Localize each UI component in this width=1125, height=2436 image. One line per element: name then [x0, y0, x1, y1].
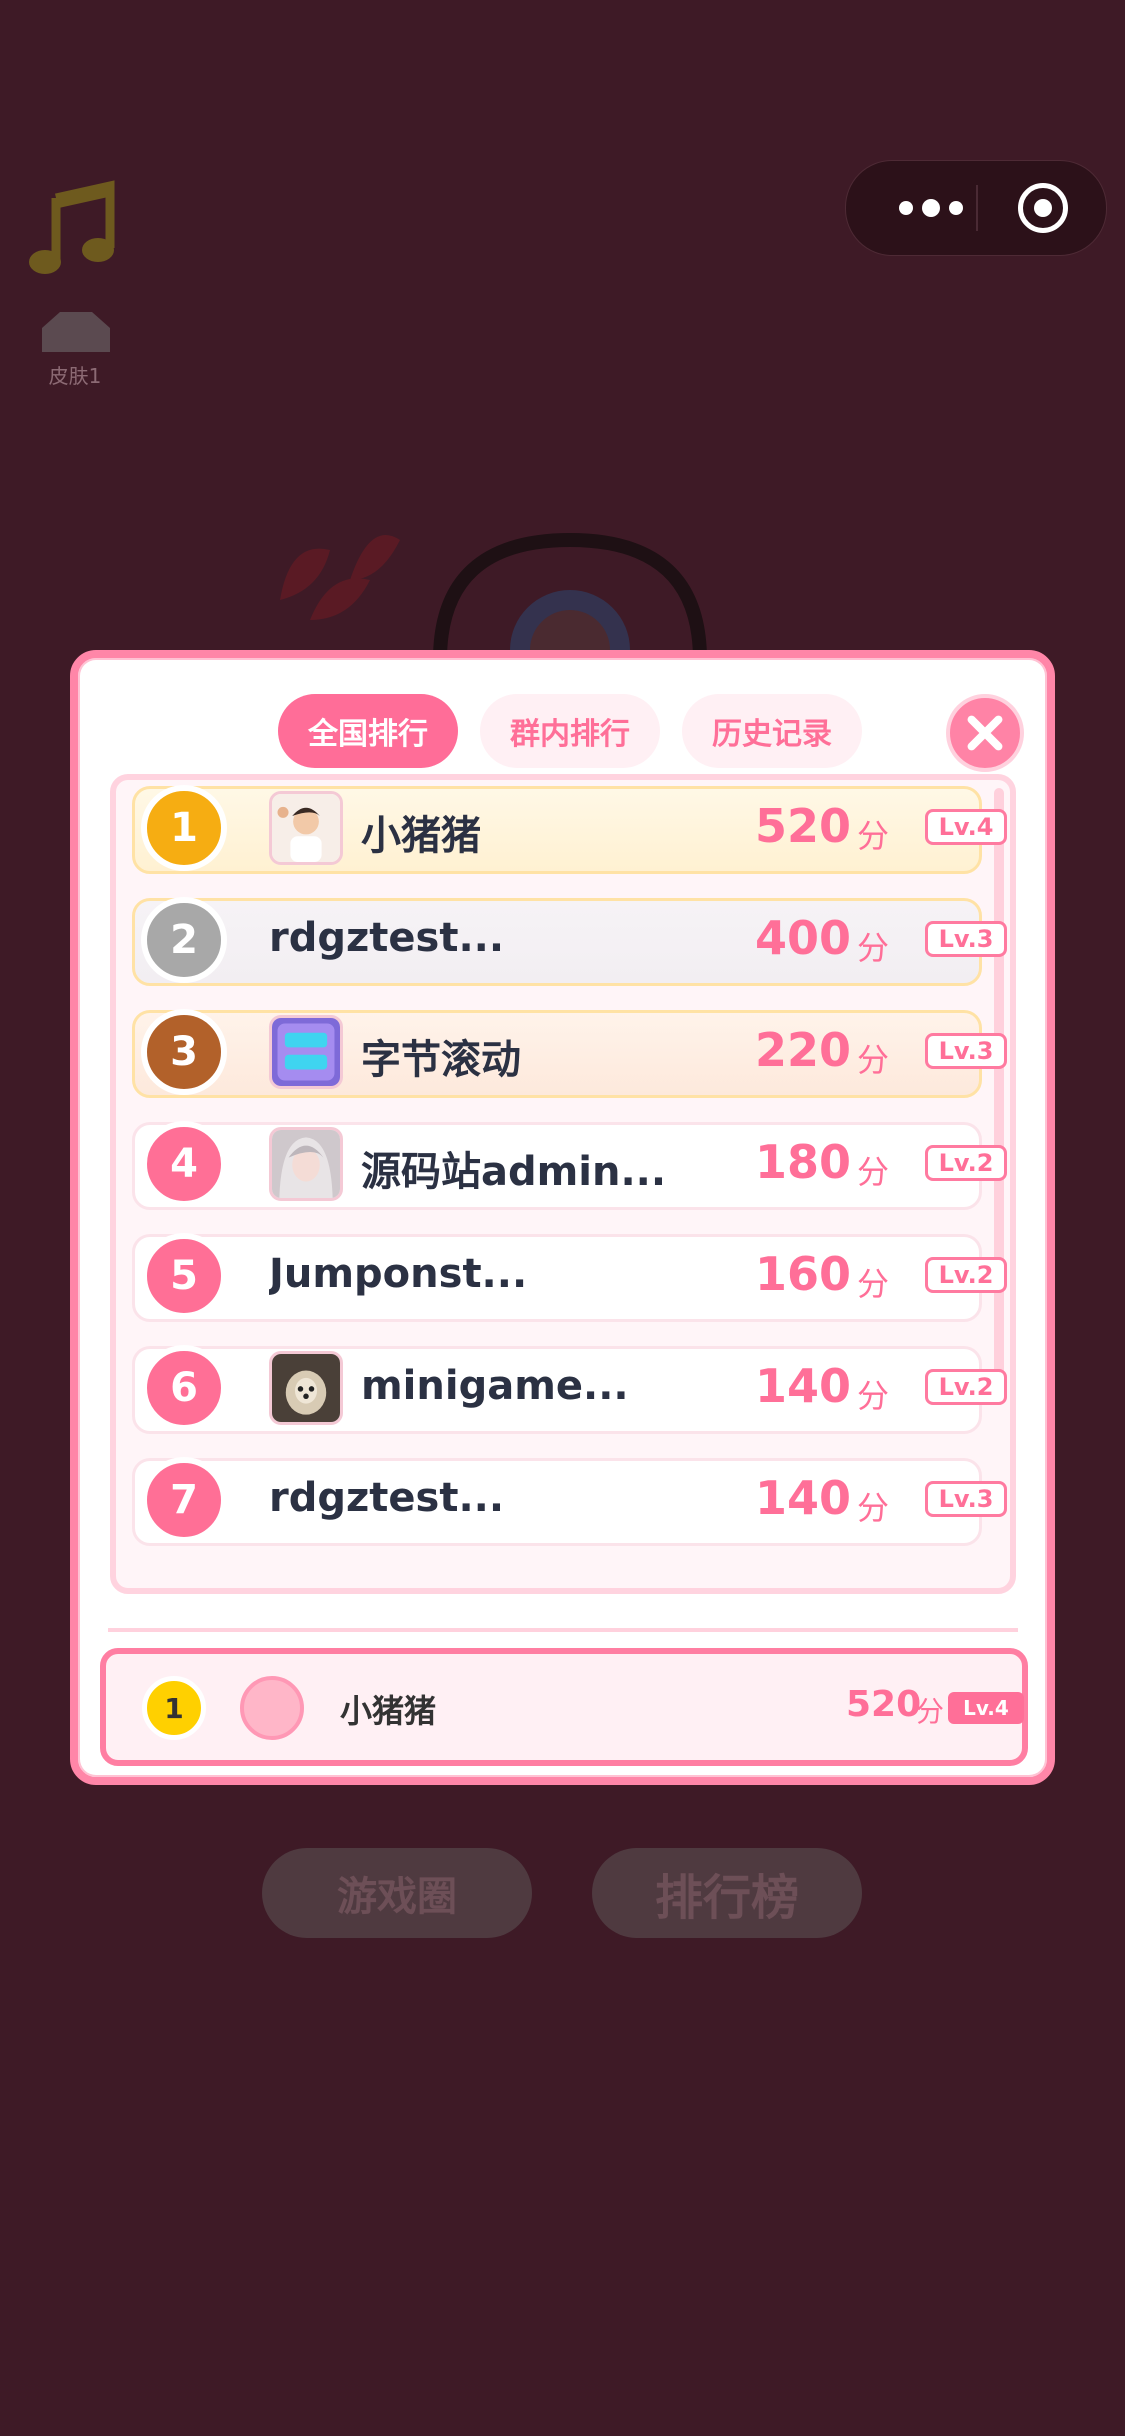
- tab-history[interactable]: 历史记录: [682, 694, 862, 768]
- player-score: 400: [755, 911, 852, 965]
- table-row[interactable]: 2 rdgztest... 400 分 Lv.3: [132, 897, 1007, 986]
- my-rank-row: 1 小猪猪 520 分 Lv.4: [100, 1648, 1028, 1766]
- target-close-icon[interactable]: [1018, 183, 1068, 233]
- player-score: 520: [755, 799, 852, 853]
- my-score: 520: [846, 1684, 922, 1725]
- score-unit: 分: [857, 1041, 890, 1079]
- table-row[interactable]: 5 Jumponst... 160 分 Lv.2: [132, 1233, 1007, 1322]
- level-badge: Lv.2: [925, 1369, 1007, 1405]
- score-unit: 分: [857, 1153, 890, 1191]
- tab-group-rank[interactable]: 群内排行: [480, 694, 660, 768]
- player-score: 180: [755, 1135, 852, 1189]
- score-unit: 分: [916, 1695, 945, 1728]
- table-row[interactable]: 6 minigame... 140 分 Lv.2: [132, 1345, 1007, 1434]
- leaderboard-button[interactable]: 排行榜: [592, 1848, 862, 1938]
- avatar: [269, 1127, 343, 1201]
- player-name: rdgztest...: [269, 1475, 505, 1521]
- player-name: 小猪猪: [361, 813, 481, 859]
- capsule-divider: [976, 185, 978, 231]
- skin-label: 皮肤1: [48, 364, 102, 388]
- game-logo-decoration: [280, 532, 707, 660]
- my-level-badge: Lv.4: [948, 1692, 1024, 1724]
- score-unit: 分: [857, 817, 890, 855]
- my-rank-badge: 1: [142, 1676, 206, 1740]
- rank-badge: 2: [141, 897, 227, 983]
- more-dots-icon[interactable]: [886, 161, 976, 255]
- score-unit: 分: [857, 1377, 890, 1415]
- score-unit: 分: [857, 1489, 890, 1527]
- player-name: Jumponst...: [269, 1251, 528, 1297]
- leaderboard-tabs: 全国排行 群内排行 历史记录: [278, 694, 862, 768]
- tab-national-rank[interactable]: 全国排行: [278, 694, 458, 768]
- ranking-list[interactable]: 1 小猪猪 520 分 Lv.4 2 rdgztest... 400 分 Lv.…: [110, 774, 1016, 1594]
- level-badge: Lv.4: [925, 809, 1007, 845]
- leaderboard-modal: 全国排行 群内排行 历史记录 1 小猪猪 520 分 Lv.4 2 rdgzte…: [70, 650, 1055, 1785]
- player-score: 220: [755, 1023, 852, 1077]
- avatar: [269, 1351, 343, 1425]
- level-badge: Lv.3: [925, 1033, 1007, 1069]
- player-score: 140: [755, 1359, 852, 1413]
- table-row[interactable]: 3 字节滚动 220 分 Lv.3: [132, 1009, 1007, 1098]
- close-x-icon[interactable]: [946, 694, 1024, 772]
- rank-badge: 1: [141, 785, 227, 871]
- player-name: rdgztest...: [269, 915, 505, 961]
- rank-badge: 7: [141, 1457, 227, 1543]
- avatar: [269, 1015, 343, 1089]
- level-badge: Lv.3: [925, 921, 1007, 957]
- level-badge: Lv.3: [925, 1481, 1007, 1517]
- level-badge: Lv.2: [925, 1145, 1007, 1181]
- player-name: 源码站admin...: [361, 1149, 667, 1195]
- table-row[interactable]: 1 小猪猪 520 分 Lv.4: [132, 785, 1007, 874]
- table-row[interactable]: 7 rdgztest... 140 分 Lv.3: [132, 1457, 1007, 1546]
- divider: [108, 1628, 1018, 1632]
- music-note-icon[interactable]: [28, 178, 118, 278]
- player-name: 字节滚动: [361, 1037, 521, 1083]
- rank-badge: 3: [141, 1009, 227, 1095]
- table-row[interactable]: 4 源码站admin... 180 分 Lv.2: [132, 1121, 1007, 1210]
- avatar: [240, 1676, 304, 1740]
- rank-badge: 5: [141, 1233, 227, 1319]
- level-badge: Lv.2: [925, 1257, 1007, 1293]
- avatar: [269, 791, 343, 865]
- my-name: 小猪猪: [340, 1692, 437, 1730]
- player-score: 160: [755, 1247, 852, 1301]
- score-unit: 分: [857, 929, 890, 967]
- rank-badge: 6: [141, 1345, 227, 1431]
- skin-icon[interactable]: [36, 308, 116, 356]
- player-name: minigame...: [361, 1363, 629, 1409]
- player-score: 140: [755, 1471, 852, 1525]
- mini-program-capsule: [845, 160, 1107, 256]
- game-circle-button[interactable]: 游戏圈: [262, 1848, 532, 1938]
- score-unit: 分: [857, 1265, 890, 1303]
- rank-badge: 4: [141, 1121, 227, 1207]
